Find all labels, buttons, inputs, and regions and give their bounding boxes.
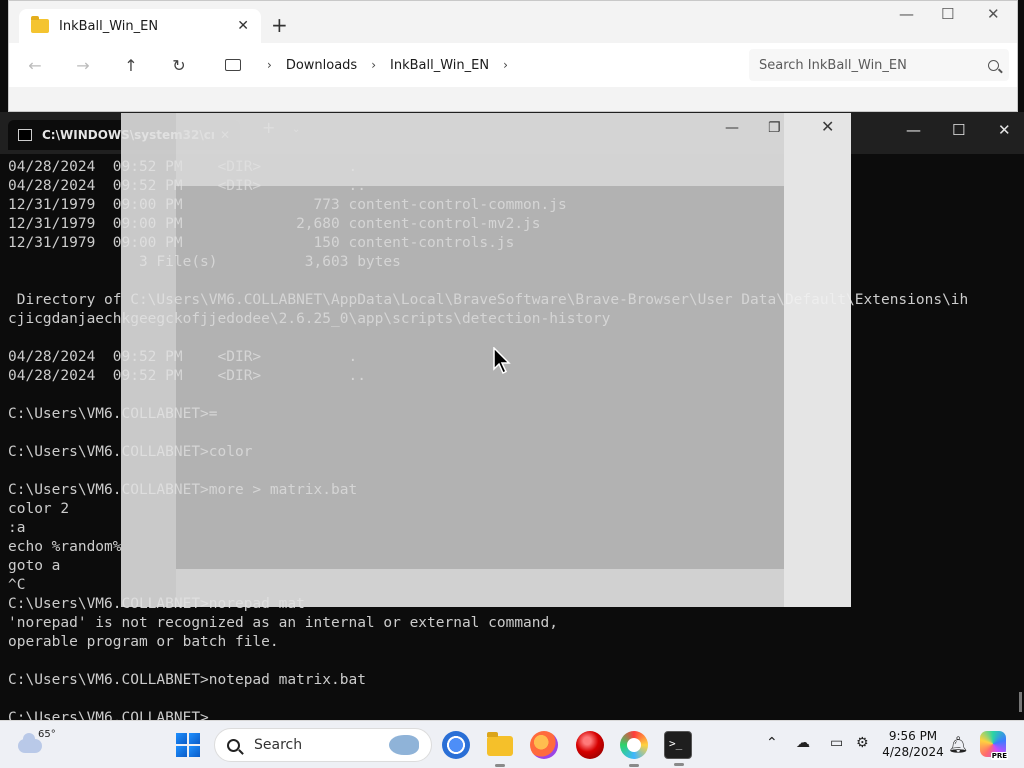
explorer-navigation-bar: ← → ↑ ↻ › Downloads › InkBall_Win_EN › S… <box>9 43 1017 87</box>
notification-bell-icon[interactable]: 🔔︎ <box>948 735 968 754</box>
maximize-button[interactable]: ☐ <box>952 121 965 139</box>
display-icon[interactable]: ▭ <box>830 735 843 751</box>
overlay-bottom-bar <box>176 569 784 607</box>
terminal-line: operable program or batch file. <box>8 634 279 650</box>
breadcrumb-downloads[interactable]: Downloads <box>286 58 357 73</box>
minimize-button[interactable]: — <box>725 120 739 136</box>
chevron-right-icon[interactable]: › <box>503 58 508 72</box>
close-tab-icon[interactable]: ✕ <box>237 18 249 34</box>
weather-widget[interactable]: 65° <box>18 729 56 753</box>
terminal-line: C:\Users\VM6.COLLABNET> <box>8 710 209 720</box>
minimize-button[interactable]: — <box>899 5 914 23</box>
clock-time: 9:56 PM <box>888 729 938 743</box>
minimize-button[interactable]: — <box>906 121 921 139</box>
cloud-icon <box>18 733 42 753</box>
refresh-icon[interactable]: ↻ <box>155 56 203 75</box>
chrome-icon[interactable] <box>442 731 470 759</box>
overlay-window: — ❐ ✕ <box>121 113 851 607</box>
computer-icon <box>225 59 241 71</box>
onedrive-icon[interactable]: ☁ <box>796 735 810 751</box>
copilot-badge: PRE <box>990 752 1008 760</box>
taskbar-search-label: Search <box>254 737 303 753</box>
brave-browser-icon[interactable] <box>620 731 648 767</box>
clock[interactable]: 9:56 PM 4/28/2024 <box>880 728 946 760</box>
up-arrow-icon[interactable]: ↑ <box>107 56 155 75</box>
close-window-button[interactable]: ✕ <box>821 117 834 136</box>
explorer-tab-title: InkBall_Win_EN <box>59 18 159 34</box>
folder-icon <box>31 16 49 33</box>
start-button[interactable] <box>176 733 200 757</box>
file-explorer-window: InkBall_Win_EN ✕ + — ☐ ✕ ← → ↑ ↻ › Downl… <box>8 0 1018 112</box>
close-window-button[interactable]: ✕ <box>987 5 1000 23</box>
restore-button[interactable]: ❐ <box>768 120 781 136</box>
forward-arrow-icon[interactable]: → <box>59 56 107 75</box>
chevron-right-icon: › <box>267 58 272 72</box>
terminal-line: 'norepad' is not recognized as an intern… <box>8 615 558 631</box>
scrollbar-thumb[interactable] <box>1019 692 1022 712</box>
breadcrumb[interactable]: › Downloads › InkBall_Win_EN › <box>215 49 741 81</box>
explorer-search-input[interactable]: Search InkBall_Win_EN <box>749 49 1009 81</box>
overlay-right-panel <box>784 113 851 607</box>
breadcrumb-inkball[interactable]: InkBall_Win_EN <box>390 58 489 73</box>
new-tab-button[interactable]: + <box>271 13 288 37</box>
search-icon <box>988 59 999 71</box>
clock-date: 4/28/2024 <box>882 745 944 759</box>
overlay-title-bar <box>176 113 784 186</box>
back-arrow-icon[interactable]: ← <box>11 56 59 75</box>
terminal-icon[interactable] <box>664 731 692 766</box>
copilot-icon[interactable]: PRE <box>980 731 1008 760</box>
firefox-icon[interactable] <box>530 731 558 759</box>
taskbar: 65° Search ⌃ ☁ ▭ ⚙ 9:56 PM 4/28/2024 🔔︎ … <box>0 720 1024 768</box>
network-volume-icon[interactable]: ⚙ <box>856 735 869 751</box>
search-placeholder: Search InkBall_Win_EN <box>759 57 907 73</box>
windows-logo-icon <box>176 733 187 744</box>
temperature: 65° <box>38 729 56 740</box>
close-window-button[interactable]: ✕ <box>998 121 1011 139</box>
terminal-line: C:\Users\VM6.COLLABNET>notepad matrix.ba… <box>8 672 366 688</box>
overlay-left-panel <box>121 113 176 607</box>
taskbar-search-box[interactable]: Search <box>214 728 432 762</box>
red-ball-app-icon[interactable] <box>576 731 604 759</box>
chevron-right-icon: › <box>371 58 377 72</box>
mouse-cursor-icon <box>493 347 511 375</box>
cmd-icon <box>18 129 32 141</box>
chevron-up-icon[interactable]: ⌃ <box>766 735 778 751</box>
search-icon <box>227 738 240 752</box>
file-explorer-icon[interactable] <box>486 731 514 767</box>
maximize-button[interactable]: ☐ <box>941 5 954 23</box>
explorer-tab[interactable]: InkBall_Win_EN ✕ <box>19 9 261 43</box>
search-highlight-image <box>389 735 419 755</box>
